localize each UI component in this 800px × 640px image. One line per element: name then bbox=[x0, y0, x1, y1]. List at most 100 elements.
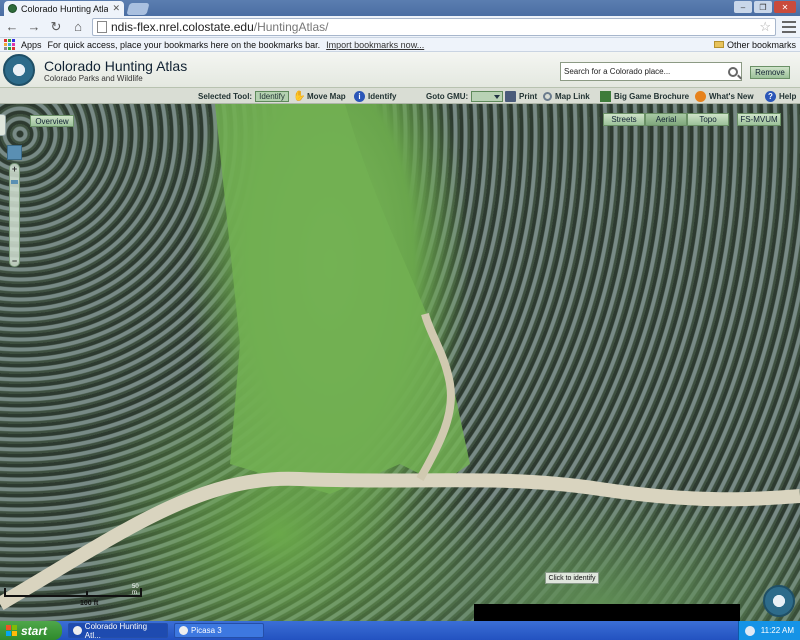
map-link-label: Map Link bbox=[555, 91, 590, 101]
start-button[interactable]: start bbox=[0, 621, 62, 640]
clock: 11:22 AM bbox=[760, 626, 794, 635]
zoom-slider[interactable]: + − bbox=[9, 163, 20, 267]
forward-arrow-icon[interactable]: → bbox=[26, 19, 42, 35]
basemap-switcher: Streets Aerial Topo bbox=[603, 113, 729, 126]
full-extent-icon[interactable] bbox=[7, 145, 22, 160]
windows-flag-icon bbox=[6, 625, 17, 636]
selected-tool-value: Identify bbox=[255, 90, 289, 102]
big-game-brochure-tool[interactable]: Big Game Brochure bbox=[600, 90, 689, 102]
taskbar-item-picasa[interactable]: Picasa 3 bbox=[174, 623, 264, 638]
app-header: Colorado Hunting Atlas Colorado Parks an… bbox=[0, 52, 800, 88]
browser-tab-strip: Colorado Hunting Atlas ✕ – ❐ ✕ bbox=[0, 0, 800, 16]
browser-menu-icon[interactable] bbox=[782, 20, 796, 33]
browser-toolbar: ← → ↻ ⌂ ndis-flex.nrel.colostate.edu/Hun… bbox=[0, 16, 800, 38]
info-icon: i bbox=[354, 90, 365, 102]
url-path: /HuntingAtlas/ bbox=[253, 19, 329, 34]
page-icon bbox=[97, 20, 107, 33]
map-imagery bbox=[0, 104, 800, 611]
cpw-map-logo-icon bbox=[763, 585, 795, 617]
basemap-topo-button[interactable]: Topo bbox=[687, 113, 729, 126]
taskbar-item-label: Colorado Hunting Atl... bbox=[84, 621, 148, 640]
whats-new-icon bbox=[695, 90, 706, 102]
tab-title: Colorado Hunting Atlas bbox=[21, 3, 109, 14]
fs-mvum-button[interactable]: FS-MVUM bbox=[737, 113, 781, 126]
move-map-label: Move Map bbox=[307, 91, 346, 101]
help-icon: ? bbox=[765, 90, 776, 102]
help-label: Help bbox=[779, 91, 797, 101]
scale-feet-label: 100 ft bbox=[80, 600, 99, 607]
import-bookmarks-link[interactable]: Import bookmarks now... bbox=[326, 40, 424, 50]
other-bookmarks-label: Other bookmarks bbox=[726, 39, 796, 50]
browser-tab[interactable]: Colorado Hunting Atlas ✕ bbox=[4, 1, 124, 16]
aerial-map[interactable] bbox=[0, 104, 800, 621]
help-tool[interactable]: ? Help bbox=[765, 90, 796, 102]
system-tray: 11:22 AM bbox=[737, 621, 800, 640]
home-icon[interactable]: ⌂ bbox=[70, 19, 86, 35]
cpw-logo-icon bbox=[3, 54, 35, 86]
click-to-identify-tooltip: Click to identify bbox=[545, 572, 599, 584]
identify-tool[interactable]: i Identify bbox=[354, 90, 396, 102]
printer-icon bbox=[505, 90, 516, 102]
overview-button[interactable]: Overview bbox=[30, 115, 74, 127]
start-label: start bbox=[21, 623, 48, 638]
scale-bar: 50 m 100 ft bbox=[4, 584, 144, 608]
app-title: Colorado Hunting Atlas bbox=[44, 58, 188, 74]
search-icon[interactable] bbox=[728, 66, 738, 77]
print-label: Print bbox=[519, 91, 538, 101]
other-bookmarks[interactable]: Other bookmarks bbox=[713, 39, 796, 50]
print-tool[interactable]: Print bbox=[505, 90, 537, 102]
move-map-tool[interactable]: ✋ Move Map bbox=[293, 90, 346, 102]
minimize-button[interactable]: – bbox=[734, 1, 752, 13]
folder-icon bbox=[713, 41, 724, 48]
basemap-streets-button[interactable]: Streets bbox=[603, 113, 645, 126]
window-controls: – ❐ ✕ bbox=[734, 1, 796, 13]
goto-gmu-label: Goto GMU: bbox=[426, 91, 469, 101]
side-panel-toggle[interactable] bbox=[0, 114, 6, 136]
bookmark-star-icon[interactable]: ☆ bbox=[759, 19, 771, 35]
zoom-out-icon[interactable]: − bbox=[10, 256, 19, 266]
selected-tool: Selected Tool: Identify bbox=[198, 90, 289, 102]
tool-bar: Selected Tool: Identify ✋ Move Map i Ide… bbox=[0, 88, 800, 104]
goto-gmu: Goto GMU: bbox=[426, 90, 504, 102]
taskbar-item-chrome[interactable]: Colorado Hunting Atl... bbox=[68, 621, 168, 640]
basemap-aerial-button[interactable]: Aerial bbox=[645, 113, 687, 126]
place-search bbox=[560, 62, 742, 81]
picasa-icon bbox=[179, 626, 188, 635]
zoom-slider-thumb[interactable] bbox=[11, 180, 18, 184]
tray-icon[interactable] bbox=[744, 625, 755, 636]
apps-link[interactable]: Apps bbox=[21, 40, 42, 50]
apps-grid-icon[interactable] bbox=[4, 39, 15, 50]
map-link-tool[interactable]: Map Link bbox=[543, 90, 590, 102]
url-host: ndis-flex.nrel.colostate.edu bbox=[111, 19, 254, 34]
bookmarks-hint: For quick access, place your bookmarks h… bbox=[47, 39, 321, 50]
app-subtitle: Colorado Parks and Wildlife bbox=[44, 74, 143, 83]
new-tab-button[interactable] bbox=[126, 3, 150, 15]
big-game-brochure-label: Big Game Brochure bbox=[614, 91, 690, 101]
brochure-icon bbox=[600, 90, 611, 102]
bookmarks-bar: Apps For quick access, place your bookma… bbox=[0, 38, 800, 52]
scale-meters-label: 50 m bbox=[132, 584, 139, 596]
chrome-icon bbox=[73, 626, 82, 635]
link-icon bbox=[543, 91, 552, 101]
gmu-select[interactable] bbox=[471, 90, 504, 102]
hand-icon: ✋ bbox=[293, 90, 306, 102]
close-tab-icon[interactable]: ✕ bbox=[112, 3, 120, 14]
reload-icon[interactable]: ↻ bbox=[48, 19, 64, 35]
zoom-in-icon[interactable]: + bbox=[10, 164, 19, 174]
site-favicon-icon bbox=[8, 4, 17, 13]
address-url[interactable]: ndis-flex.nrel.colostate.edu/HuntingAtla… bbox=[111, 20, 755, 34]
whats-new-tool[interactable]: What's New bbox=[695, 90, 754, 102]
back-arrow-icon[interactable]: ← bbox=[4, 19, 20, 35]
whats-new-label: What's New bbox=[709, 91, 754, 101]
zoom-control: + − bbox=[7, 145, 22, 269]
place-search-input[interactable] bbox=[564, 67, 728, 76]
taskbar-item-label: Picasa 3 bbox=[191, 626, 222, 635]
windows-taskbar: start Colorado Hunting Atl... Picasa 3 1… bbox=[0, 621, 800, 640]
selected-tool-label: Selected Tool: bbox=[198, 91, 253, 101]
restore-button[interactable]: ❐ bbox=[754, 1, 772, 13]
redacted-area bbox=[474, 604, 740, 621]
remove-button[interactable]: Remove bbox=[750, 66, 790, 79]
close-window-button[interactable]: ✕ bbox=[774, 1, 796, 13]
address-bar[interactable]: ndis-flex.nrel.colostate.edu/HuntingAtla… bbox=[92, 17, 776, 36]
identify-label: Identify bbox=[368, 91, 397, 101]
